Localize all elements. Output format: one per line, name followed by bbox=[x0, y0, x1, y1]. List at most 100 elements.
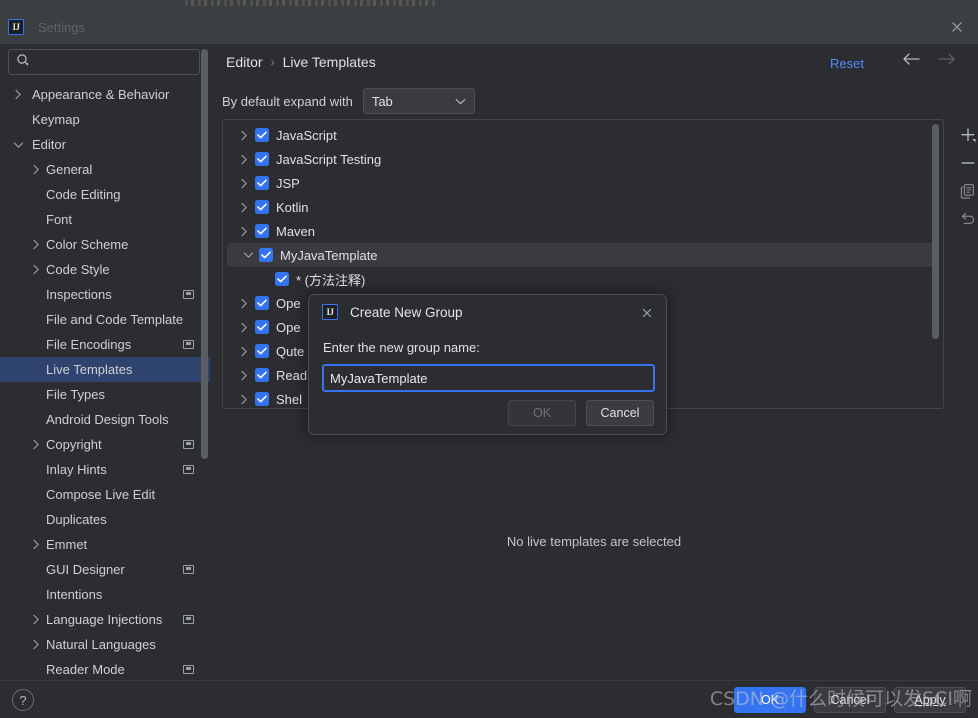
template-checkbox[interactable] bbox=[255, 200, 269, 214]
expand-with-select[interactable]: Tab bbox=[362, 88, 475, 114]
chevron-right-icon[interactable] bbox=[237, 344, 251, 358]
settings-category-tree[interactable]: Appearance & Behavior Keymap Editor General… bbox=[0, 82, 210, 680]
sidebar-item-gui-designer[interactable]: GUI Designer bbox=[0, 557, 210, 582]
dialog-buttons: OK Cancel bbox=[508, 400, 654, 426]
sidebar-item-inspections[interactable]: Inspections bbox=[0, 282, 210, 307]
sidebar-item-natural-languages[interactable]: Natural Languages bbox=[0, 632, 210, 657]
sidebar-item-label: Android Design Tools bbox=[46, 412, 169, 427]
template-group-row[interactable]: JavaScript Testing bbox=[223, 147, 943, 171]
sidebar-item-emmet[interactable]: Emmet bbox=[0, 532, 210, 557]
group-name-field-wrapper[interactable] bbox=[322, 364, 655, 392]
chevron-right-icon[interactable] bbox=[237, 296, 251, 310]
reset-button[interactable]: Reset bbox=[830, 56, 864, 71]
sidebar-item-keymap[interactable]: Keymap bbox=[0, 107, 210, 132]
chevron-right-icon[interactable] bbox=[237, 128, 251, 142]
project-scope-icon bbox=[183, 290, 194, 299]
group-name-input[interactable] bbox=[330, 368, 640, 388]
apply-button[interactable]: Apply bbox=[894, 687, 966, 713]
arrow-right-icon[interactable] bbox=[938, 52, 956, 71]
chevron-right-icon[interactable] bbox=[237, 392, 251, 406]
chevron-right-icon[interactable] bbox=[30, 539, 42, 551]
template-checkbox[interactable] bbox=[255, 368, 269, 382]
sidebar-item-inlay-hints[interactable]: Inlay Hints bbox=[0, 457, 210, 482]
template-group-row[interactable]: JavaScript bbox=[223, 123, 943, 147]
sidebar-item-copyright[interactable]: Copyright bbox=[0, 432, 210, 457]
revert-template-button[interactable] bbox=[954, 206, 978, 232]
cancel-button[interactable]: Cancel bbox=[814, 687, 886, 713]
sidebar-item-general[interactable]: General bbox=[0, 157, 210, 182]
chevron-right-icon[interactable] bbox=[237, 176, 251, 190]
template-checkbox[interactable] bbox=[255, 224, 269, 238]
chevron-right-icon[interactable] bbox=[237, 320, 251, 334]
sidebar-item-reader-mode[interactable]: Reader Mode bbox=[0, 657, 210, 680]
chevron-right-icon[interactable] bbox=[30, 239, 42, 251]
dialog-cancel-button[interactable]: Cancel bbox=[586, 400, 654, 426]
breadcrumb-item-editor[interactable]: Editor bbox=[226, 54, 263, 70]
search-field-wrapper[interactable] bbox=[8, 49, 200, 75]
chevron-right-icon[interactable] bbox=[30, 439, 42, 451]
chevron-right-icon[interactable] bbox=[237, 152, 251, 166]
templates-scrollbar[interactable] bbox=[932, 124, 939, 339]
chevron-down-icon[interactable] bbox=[241, 248, 255, 262]
sidebar-item-live-templates[interactable]: Live Templates bbox=[0, 357, 210, 382]
template-group-label: Ope bbox=[276, 319, 301, 335]
template-group-row[interactable]: Kotlin bbox=[223, 195, 943, 219]
template-checkbox[interactable] bbox=[255, 344, 269, 358]
create-new-group-dialog: IJ Create New Group Enter the new group … bbox=[308, 294, 667, 435]
template-group-row[interactable]: JSP bbox=[223, 171, 943, 195]
template-checkbox[interactable] bbox=[255, 176, 269, 190]
chevron-right-icon[interactable] bbox=[30, 164, 42, 176]
template-group-row[interactable]: * (方法注释) bbox=[223, 267, 943, 291]
chevron-right-icon[interactable] bbox=[30, 614, 42, 626]
chevron-down-icon[interactable] bbox=[12, 139, 24, 151]
sidebar-item-color-scheme[interactable]: Color Scheme bbox=[0, 232, 210, 257]
sidebar-item-label: Editor bbox=[32, 137, 66, 152]
arrow-left-icon[interactable] bbox=[902, 52, 920, 71]
template-checkbox[interactable] bbox=[259, 248, 273, 262]
template-checkbox[interactable] bbox=[255, 392, 269, 406]
close-icon[interactable] bbox=[944, 16, 970, 38]
duplicate-template-button[interactable] bbox=[954, 178, 978, 204]
sidebar-scrollbar[interactable] bbox=[201, 49, 208, 459]
template-checkbox[interactable] bbox=[255, 152, 269, 166]
template-checkbox[interactable] bbox=[255, 320, 269, 334]
sidebar-item-file-encodings[interactable]: File Encodings bbox=[0, 332, 210, 357]
dialog-close-icon[interactable] bbox=[638, 304, 656, 322]
project-scope-icon bbox=[183, 465, 194, 474]
chevron-right-icon[interactable] bbox=[237, 368, 251, 382]
sidebar-item-duplicates[interactable]: Duplicates bbox=[0, 507, 210, 532]
sidebar-item-code-editing[interactable]: Code Editing bbox=[0, 182, 210, 207]
sidebar-item-language-injections[interactable]: Language Injections bbox=[0, 607, 210, 632]
chevron-right-icon[interactable] bbox=[30, 639, 42, 651]
template-group-row[interactable]: MyJavaTemplate bbox=[227, 243, 939, 267]
sidebar-item-appearance-behavior[interactable]: Appearance & Behavior bbox=[0, 82, 210, 107]
add-template-button[interactable] bbox=[954, 122, 978, 148]
ok-button[interactable]: OK bbox=[734, 687, 806, 713]
chevron-right-icon[interactable] bbox=[30, 264, 42, 276]
help-button[interactable]: ? bbox=[12, 689, 34, 711]
sidebar-item-file-and-code-template[interactable]: File and Code Template bbox=[0, 307, 210, 332]
sidebar-item-label: GUI Designer bbox=[46, 562, 125, 577]
chevron-right-icon[interactable] bbox=[237, 200, 251, 214]
project-scope-icon bbox=[183, 340, 194, 349]
search-input[interactable] bbox=[35, 52, 185, 72]
template-checkbox[interactable] bbox=[255, 128, 269, 142]
sidebar-item-editor[interactable]: Editor bbox=[0, 132, 210, 157]
chevron-right-icon[interactable] bbox=[12, 89, 24, 101]
sidebar-item-file-types[interactable]: File Types bbox=[0, 382, 210, 407]
sidebar-item-code-style[interactable]: Code Style bbox=[0, 257, 210, 282]
breadcrumb: Editor › Live Templates bbox=[226, 54, 376, 70]
sidebar-item-compose-live-edit[interactable]: Compose Live Edit bbox=[0, 482, 210, 507]
sidebar-item-intentions[interactable]: Intentions bbox=[0, 582, 210, 607]
remove-template-button[interactable] bbox=[954, 150, 978, 176]
sidebar-item-android-design-tools[interactable]: Android Design Tools bbox=[0, 407, 210, 432]
template-group-row[interactable]: Maven bbox=[223, 219, 943, 243]
dialog-ok-button[interactable]: OK bbox=[508, 400, 576, 426]
template-checkbox[interactable] bbox=[275, 272, 289, 286]
search-box[interactable] bbox=[8, 49, 200, 75]
dialog-prompt-label: Enter the new group name: bbox=[323, 340, 480, 355]
chevron-right-icon[interactable] bbox=[237, 224, 251, 238]
template-group-label: Ope bbox=[276, 295, 301, 311]
template-checkbox[interactable] bbox=[255, 296, 269, 310]
sidebar-item-font[interactable]: Font bbox=[0, 207, 210, 232]
